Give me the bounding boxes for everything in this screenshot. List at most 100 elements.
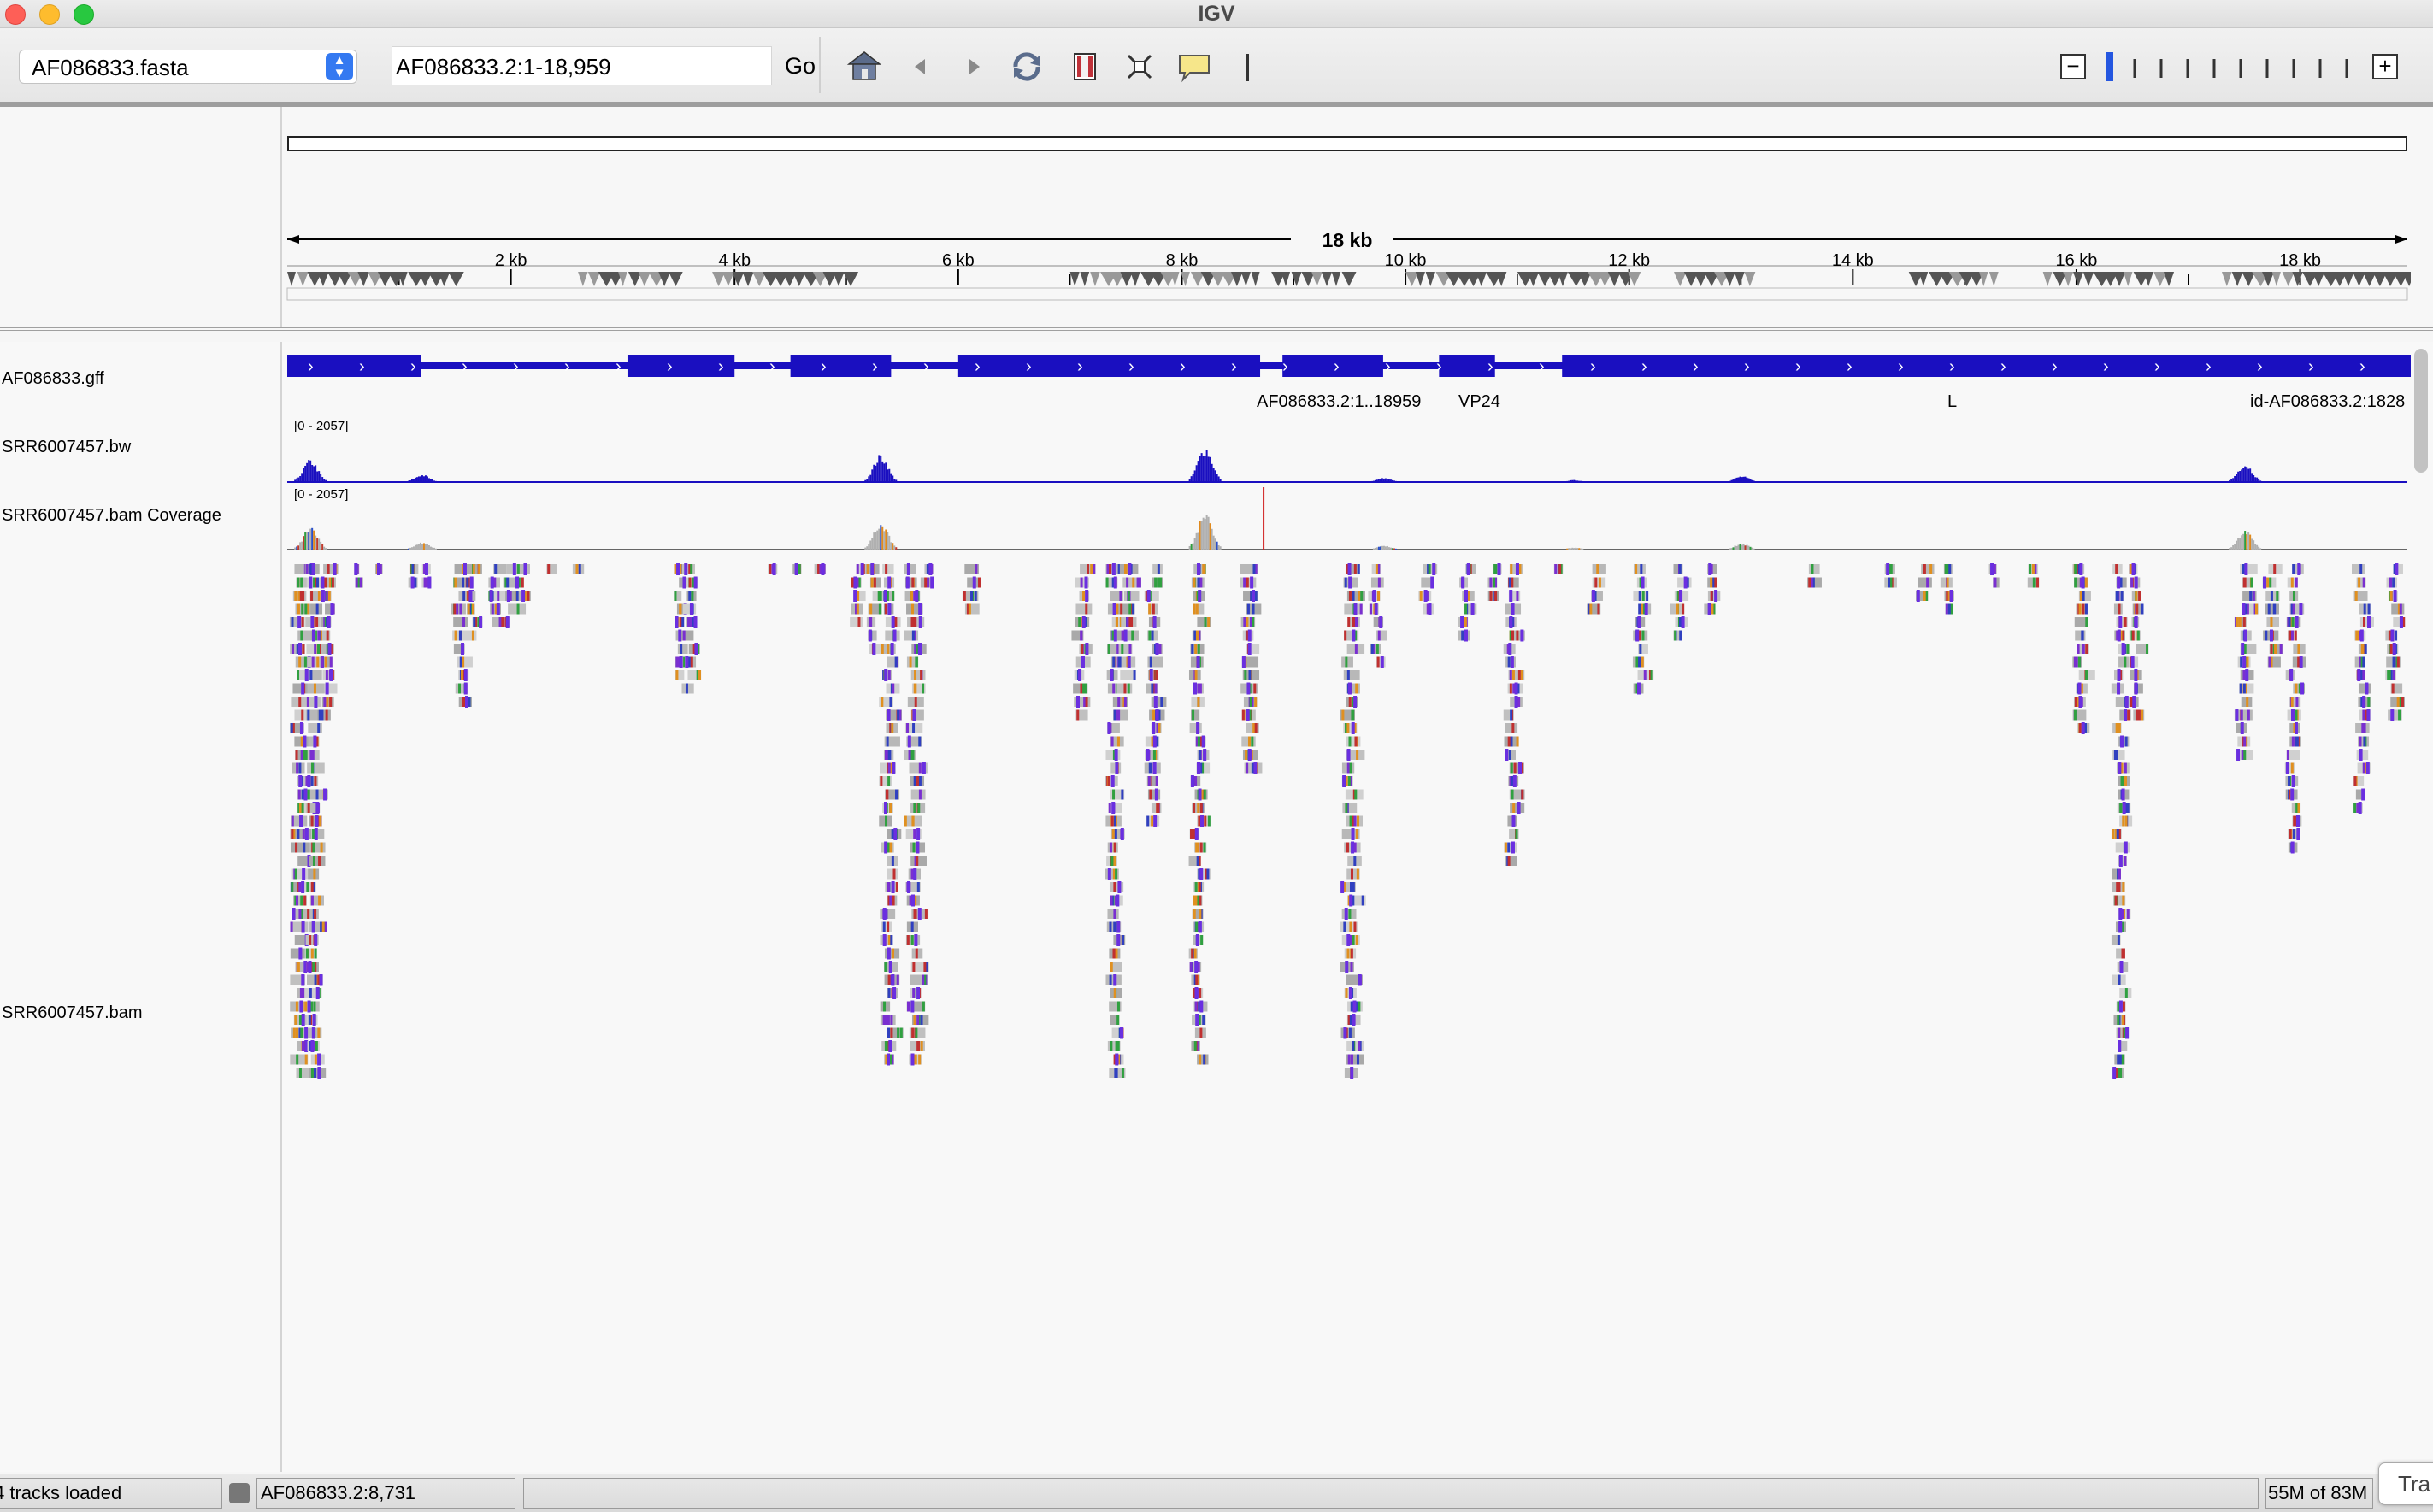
alignment-read[interactable] — [850, 617, 863, 627]
gff-feature-label[interactable]: AF086833.2:1..18959 — [1257, 392, 1421, 411]
zoom-level-thumb[interactable] — [2106, 52, 2113, 81]
alignment-read[interactable] — [1107, 909, 1119, 919]
region-of-interest-icon[interactable] — [1067, 49, 1103, 85]
alignment-read[interactable] — [308, 723, 322, 733]
read-insertion-marker — [1247, 643, 1252, 655]
alignment-read[interactable] — [309, 856, 326, 866]
alignment-read[interactable] — [454, 564, 470, 574]
alignment-read[interactable] — [887, 868, 898, 880]
read-insertion-marker — [2117, 629, 2121, 642]
alignment-read[interactable] — [1707, 591, 1721, 601]
alignment-read[interactable] — [1151, 697, 1167, 707]
bigwig-bar — [883, 463, 886, 482]
popup-info-icon[interactable] — [1176, 49, 1212, 85]
alignment-read[interactable] — [1342, 803, 1358, 813]
alignment-read[interactable] — [885, 630, 900, 641]
alignment-read[interactable] — [1123, 591, 1140, 601]
read-mismatch-base — [913, 803, 916, 813]
alignment-read[interactable] — [2351, 564, 2365, 574]
track-name-bam[interactable]: SRR6007457.bam — [2, 1003, 143, 1023]
gff-feature-label[interactable]: L — [1947, 392, 1957, 411]
alignment-read[interactable] — [1189, 723, 1202, 733]
alignment-read[interactable] — [457, 656, 473, 668]
chevron-up-down-icon[interactable]: ▲ ▼ — [326, 53, 353, 80]
alignment-read[interactable] — [2265, 603, 2279, 615]
chromosome-ideogram[interactable] — [287, 136, 2407, 151]
alignment-read[interactable] — [682, 603, 697, 615]
alignment-read[interactable] — [290, 842, 310, 853]
read-insertion-marker — [884, 669, 888, 681]
alignment-read[interactable] — [1458, 630, 1470, 641]
genome-dropdown[interactable]: AF086833.fasta ▲ ▼ — [19, 50, 357, 84]
forward-arrow-icon[interactable] — [956, 49, 992, 85]
track-name-coverage[interactable]: SRR6007457.bam Coverage — [2, 506, 221, 526]
alignment-read[interactable] — [1075, 603, 1093, 615]
alignment-read[interactable] — [1808, 564, 1820, 574]
alignment-read[interactable] — [2266, 617, 2279, 627]
alignment-read[interactable] — [1376, 630, 1387, 641]
alignment-read[interactable] — [910, 856, 927, 866]
ruler-density-mark — [1120, 272, 1134, 286]
alignment-read[interactable] — [910, 789, 926, 800]
read-mismatch-base — [887, 762, 891, 774]
popup-tooltip[interactable]: Tra — [2378, 1462, 2433, 1505]
alignment-read[interactable] — [1144, 762, 1161, 774]
alignment-read[interactable] — [882, 564, 894, 574]
alignment-read[interactable] — [1505, 723, 1518, 733]
locus-search-input[interactable]: AF086833.2:1-18,959 — [392, 46, 772, 85]
data-tracks[interactable]: › › › › › › › › › › › › › › › › › › › › › › › › › › › › › › › › › › › › › › › ›… — [282, 342, 2411, 1472]
alignment-read[interactable] — [1918, 577, 1932, 588]
track-name-bigwig[interactable]: SRR6007457.bw — [2, 438, 131, 457]
read-insertion-marker — [2078, 696, 2082, 708]
go-button[interactable]: Go — [781, 46, 820, 85]
alignment-read[interactable] — [1343, 670, 1360, 680]
alignment-read[interactable] — [572, 564, 585, 574]
gff-feature-label[interactable]: id-AF086833.2:1828 — [2250, 392, 2405, 411]
read-mismatch-base — [1641, 603, 1644, 615]
alignment-read[interactable] — [464, 630, 477, 641]
vertical-scrollbar[interactable] — [2414, 349, 2428, 473]
read-mismatch-base — [1155, 776, 1158, 786]
alignment-read[interactable] — [677, 644, 688, 654]
alignment-read[interactable] — [1592, 564, 1606, 574]
back-arrow-icon[interactable] — [903, 49, 939, 85]
alignment-read[interactable] — [904, 630, 919, 641]
zoom-slider[interactable] — [2103, 50, 2359, 85]
read-mismatch-base — [1246, 577, 1249, 588]
alignment-read[interactable] — [453, 617, 468, 627]
alignment-read[interactable] — [1346, 736, 1361, 747]
bigwig-bar — [294, 479, 297, 482]
alignment-read[interactable] — [910, 670, 926, 680]
read-mismatch-base — [1358, 1001, 1361, 1012]
read-mismatch-base — [2120, 591, 2124, 601]
alignment-read[interactable] — [1109, 882, 1124, 892]
gff-gene-block[interactable] — [1439, 355, 1495, 377]
alignment-read[interactable] — [1921, 564, 1935, 574]
ruler[interactable]: 18 kb2 kb 4 kb 6 kb 8 kb 10 kb 12 kb 14 kb 16 k… — [282, 209, 2411, 338]
zoom-in-button[interactable]: + — [2372, 54, 2398, 79]
read-mismatch-base — [1197, 683, 1200, 694]
read-mismatch-base — [292, 1027, 296, 1038]
track-name-gff[interactable]: AF086833.gff — [2, 369, 104, 389]
refresh-icon[interactable] — [1009, 49, 1045, 85]
strand-arrow-icon: › — [1487, 357, 1493, 376]
alignment-read[interactable] — [2358, 683, 2371, 694]
coverage-bar — [2230, 547, 2233, 550]
alignment-read[interactable] — [2391, 603, 2405, 615]
resize-to-window-icon[interactable] — [1122, 49, 1158, 85]
gff-feature-label[interactable]: VP24 — [1458, 392, 1500, 411]
read-insertion-marker — [907, 735, 911, 748]
alignment-read[interactable] — [1107, 842, 1118, 853]
alignment-read[interactable] — [2359, 617, 2374, 627]
gff-gene-block[interactable] — [1562, 355, 2411, 377]
alignment-read[interactable] — [307, 762, 325, 774]
alignment-read[interactable] — [1370, 577, 1384, 588]
alignment-read[interactable] — [2112, 750, 2125, 760]
read-insertion-marker — [304, 1040, 309, 1052]
home-icon[interactable] — [846, 49, 882, 85]
gff-gene-block[interactable] — [957, 355, 1261, 377]
alignment-read[interactable] — [2118, 776, 2130, 786]
zoom-out-button[interactable]: − — [2060, 54, 2086, 79]
read-mismatch-base — [298, 882, 302, 892]
read-mismatch-base — [2115, 564, 2118, 574]
